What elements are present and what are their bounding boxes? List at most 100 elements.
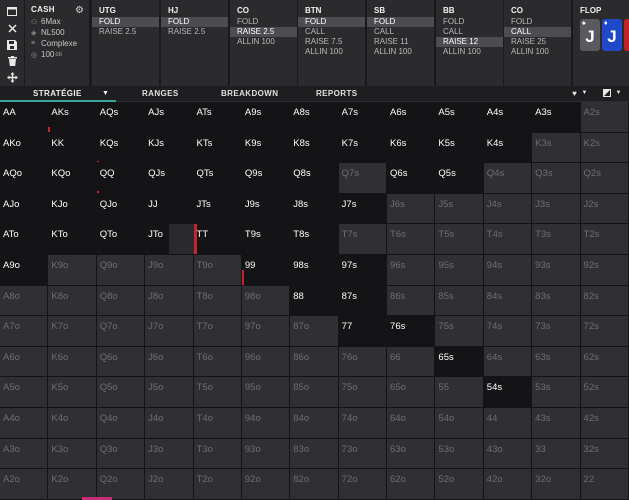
hand-cell[interactable]: T8s <box>290 224 339 255</box>
hand-cell[interactable]: A6o <box>0 346 49 378</box>
hand-cell[interactable]: KJo <box>48 193 97 225</box>
hand-cell[interactable]: 97o <box>241 316 291 347</box>
hand-cell[interactable]: KTo <box>48 224 97 255</box>
hand-cell[interactable]: 94s <box>483 255 533 286</box>
hand-cell[interactable]: A2o <box>0 469 49 500</box>
window-icon[interactable] <box>0 3 24 19</box>
hand-cell[interactable]: 54s <box>483 377 533 408</box>
hand-cell[interactable]: AQs <box>96 102 146 133</box>
hand-cell[interactable]: Q2s <box>580 163 629 194</box>
action-option[interactable]: ALLIN 100 <box>230 37 297 47</box>
hand-cell[interactable]: 64s <box>483 346 533 378</box>
action-option[interactable]: FOLD <box>161 17 228 27</box>
tab-ranges[interactable]: RANGES <box>142 86 179 102</box>
hand-cell[interactable]: Q4o <box>96 408 146 439</box>
contrast-icon[interactable] <box>602 89 611 98</box>
hand-cell[interactable]: J3s <box>532 193 581 225</box>
hand-cell[interactable]: K3o <box>48 438 97 470</box>
hand-cell[interactable]: J5o <box>145 377 194 408</box>
hand-cell[interactable]: 76s <box>387 316 436 347</box>
hand-cell[interactable]: 95s <box>435 255 484 286</box>
hand-cell[interactable]: 32o <box>532 469 581 500</box>
action-option[interactable]: ALLIN 100 <box>504 47 571 57</box>
hand-cell[interactable]: JTs <box>193 193 242 225</box>
hand-cell[interactable]: T7o <box>193 316 242 347</box>
hand-cell[interactable]: 83o <box>290 438 339 470</box>
action-option[interactable]: FOLD <box>230 17 297 27</box>
hand-cell[interactable]: T2o <box>193 469 242 500</box>
hand-cell[interactable]: A4s <box>483 102 533 133</box>
hand-cell[interactable]: KQs <box>96 132 146 164</box>
hand-cell[interactable]: J7s <box>338 193 388 225</box>
hand-cell[interactable]: K8o <box>48 285 97 317</box>
hand-cell[interactable]: Q8o <box>96 285 146 317</box>
hand-cell[interactable]: T5s <box>435 224 484 255</box>
hand-cell[interactable]: KTs <box>193 132 242 164</box>
hand-cell[interactable]: AKo <box>0 132 49 164</box>
hand-cell[interactable]: K7s <box>338 132 388 164</box>
action-option[interactable]: CALL <box>298 27 365 37</box>
hand-cell[interactable]: 53s <box>532 377 581 408</box>
hand-cell[interactable]: 66 <box>387 346 436 378</box>
hand-cell[interactable]: 43s <box>532 408 581 439</box>
hand-cell[interactable]: T9s <box>241 224 291 255</box>
hand-cell[interactable]: 86o <box>290 346 339 378</box>
tab-breakdown[interactable]: BREAKDOWN <box>221 86 278 102</box>
action-option[interactable]: RAISE 2.5 <box>92 27 159 37</box>
hand-cell[interactable]: 85o <box>290 377 339 408</box>
hand-cell[interactable]: 44 <box>483 408 533 439</box>
heart-icon[interactable]: ♥ <box>570 89 579 98</box>
hand-cell[interactable]: 98s <box>290 255 339 286</box>
hand-cell[interactable]: K4s <box>483 132 533 164</box>
hand-cell[interactable]: ATo <box>0 224 49 255</box>
hand-cell[interactable]: 72s <box>580 316 629 347</box>
hand-cell[interactable]: 54o <box>435 408 484 439</box>
hand-cell[interactable]: 74o <box>338 408 388 439</box>
hand-cell[interactable]: 95o <box>241 377 291 408</box>
hand-cell[interactable]: 97s <box>338 255 388 286</box>
hand-cell[interactable]: 92o <box>241 469 291 500</box>
hand-cell[interactable]: 52o <box>435 469 484 500</box>
hand-cell[interactable]: 77 <box>338 316 388 347</box>
hand-cell[interactable]: K4o <box>48 408 97 439</box>
hand-cell[interactable]: T8o <box>193 285 242 317</box>
hand-cell[interactable]: 65o <box>387 377 436 408</box>
hand-cell[interactable]: T6s <box>387 224 436 255</box>
hand-cell[interactable]: J5s <box>435 193 484 225</box>
hand-cell[interactable]: AJo <box>0 193 49 225</box>
hand-cell[interactable]: Q2o <box>96 469 146 500</box>
gear-icon[interactable]: ⚙ <box>75 5 84 16</box>
hand-cell[interactable]: K8s <box>290 132 339 164</box>
hand-cell[interactable]: Q5s <box>435 163 484 194</box>
hand-cell[interactable]: Q8s <box>290 163 339 194</box>
hand-cell[interactable]: 72o <box>338 469 388 500</box>
hand-cell[interactable]: Q6s <box>387 163 436 194</box>
hand-cell[interactable]: KQo <box>48 163 97 194</box>
hand-cell[interactable]: A5s <box>435 102 484 133</box>
hand-cell[interactable]: J6o <box>145 346 194 378</box>
action-option[interactable]: RAISE 11 <box>367 37 434 47</box>
hand-cell[interactable]: 96o <box>241 346 291 378</box>
hand-cell[interactable]: A8o <box>0 285 49 317</box>
hand-cell[interactable]: J6s <box>387 193 436 225</box>
hand-cell[interactable]: AJs <box>145 102 194 133</box>
action-option[interactable]: ALLIN 100 <box>436 47 503 57</box>
hand-cell[interactable]: A3s <box>532 102 581 133</box>
hand-cell[interactable]: J9s <box>241 193 291 225</box>
hand-cell[interactable]: J3o <box>145 438 194 470</box>
hand-cell[interactable]: T2s <box>580 224 629 255</box>
hand-cell[interactable]: QQ <box>96 163 146 194</box>
chevron-down-icon[interactable]: ▼ <box>102 86 109 102</box>
hand-cell[interactable]: ATs <box>193 102 242 133</box>
hand-cell[interactable]: 65s <box>435 346 484 378</box>
hand-cell[interactable]: QTo <box>96 224 146 255</box>
tab-reports[interactable]: REPORTS <box>316 86 357 102</box>
action-option[interactable]: FOLD <box>92 17 159 27</box>
hand-cell[interactable]: 62s <box>580 346 629 378</box>
hand-cell[interactable]: K2o <box>48 469 97 500</box>
hand-cell[interactable]: Q9o <box>96 255 146 286</box>
hand-cell[interactable]: 96s <box>387 255 436 286</box>
hand-cell[interactable]: Q3o <box>96 438 146 470</box>
hand-cell[interactable]: 75o <box>338 377 388 408</box>
hand-cell[interactable]: J7o <box>145 316 194 347</box>
